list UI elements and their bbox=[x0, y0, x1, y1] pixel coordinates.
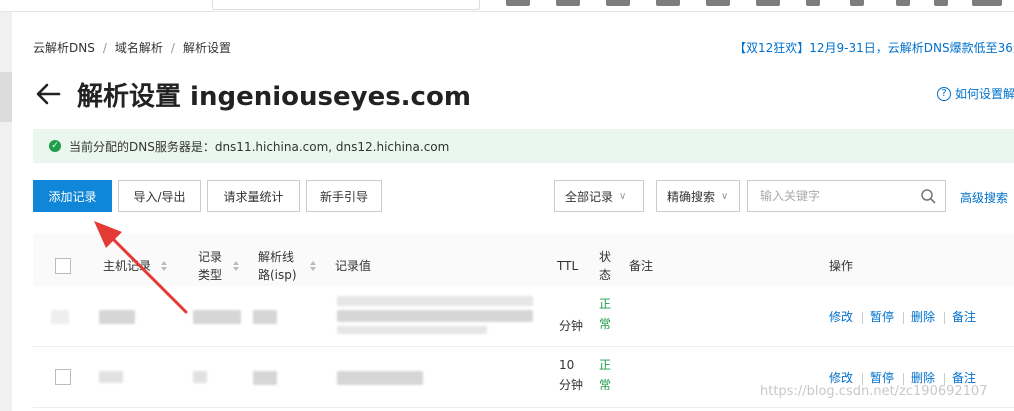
sort-icon[interactable] bbox=[309, 259, 317, 273]
redacted-host bbox=[99, 371, 123, 383]
redacted-line bbox=[253, 310, 277, 324]
chevron-down-icon: ∨ bbox=[619, 190, 627, 202]
back-arrow-icon[interactable] bbox=[33, 79, 63, 109]
ttl-unit: 分钟 bbox=[559, 378, 584, 392]
column-header-status-line1: 状 bbox=[599, 250, 612, 264]
select-all-checkbox[interactable] bbox=[55, 258, 71, 274]
column-header-ttl: TTL bbox=[557, 259, 579, 273]
nav-icon-stub[interactable] bbox=[806, 0, 820, 6]
delete-record-link[interactable]: 删除 bbox=[911, 308, 935, 325]
watermark-text: https://blog.csdn.net/zc190692107 bbox=[760, 384, 988, 399]
search-mode-select[interactable]: 精确搜索 ∨ bbox=[656, 180, 740, 212]
column-header-line-line2[interactable]: 路(isp) bbox=[258, 266, 297, 284]
action-divider bbox=[862, 312, 863, 324]
redacted-value bbox=[337, 371, 423, 385]
redacted-host bbox=[99, 310, 135, 324]
row-checkbox[interactable] bbox=[55, 369, 71, 385]
redacted-type bbox=[193, 310, 241, 324]
nav-item-stub[interactable] bbox=[756, 0, 780, 6]
page-header: 解析设置 ingeniouseyes.com bbox=[33, 74, 471, 114]
advanced-search-link[interactable]: 高级搜索 bbox=[960, 189, 1008, 206]
column-header-actions: 操作 bbox=[829, 259, 854, 273]
redacted-value bbox=[337, 326, 487, 334]
table-row: 分钟 正 常 修改 暂停 删除 备注 bbox=[33, 286, 1014, 347]
column-header-type-line1[interactable]: 记录 bbox=[198, 248, 222, 266]
status-text-line2: 常 bbox=[599, 378, 612, 392]
top-navigation-bar bbox=[0, 0, 1014, 12]
nav-item-stub[interactable] bbox=[972, 0, 1002, 6]
remark-record-link[interactable]: 备注 bbox=[952, 308, 976, 325]
import-export-button[interactable]: 导入/导出 bbox=[118, 180, 201, 212]
record-filter-select[interactable]: 全部记录 ∨ bbox=[554, 180, 644, 212]
column-header-line-line1[interactable]: 解析线 bbox=[258, 248, 294, 266]
row-checkbox-redacted[interactable] bbox=[51, 310, 69, 324]
redacted-line bbox=[253, 371, 277, 385]
redacted-value bbox=[337, 296, 533, 306]
dns-settings-page: 云解析DNS / 域名解析 / 解析设置 【双12狂欢】12月9-31日，云解析DNS爆… bbox=[0, 0, 1014, 411]
page-title: 解析设置 ingeniouseyes.com bbox=[77, 81, 471, 112]
breadcrumb-separator: / bbox=[102, 41, 107, 55]
sort-icon[interactable] bbox=[232, 259, 240, 273]
nav-item-stub[interactable] bbox=[606, 0, 630, 6]
redacted-value bbox=[337, 310, 533, 322]
nav-item-stub[interactable] bbox=[656, 0, 680, 6]
search-mode-value: 精确搜索 bbox=[667, 189, 716, 204]
sidebar-active-item[interactable] bbox=[0, 72, 12, 122]
check-circle-icon: ✓ bbox=[49, 140, 61, 152]
chevron-down-icon: ∨ bbox=[721, 190, 729, 202]
nav-item-stub[interactable] bbox=[506, 0, 530, 6]
search-icon[interactable] bbox=[920, 188, 936, 204]
help-icon[interactable] bbox=[934, 0, 948, 6]
keyword-search-input[interactable] bbox=[747, 180, 946, 212]
left-sidebar bbox=[0, 12, 12, 411]
dns-server-notice: ✓ 当前分配的DNS服务器是：dns11.hichina.com, dns12.… bbox=[33, 129, 1014, 163]
breadcrumb-item[interactable]: 域名解析 bbox=[115, 41, 163, 55]
nav-item-stub[interactable] bbox=[706, 0, 730, 6]
pause-record-link[interactable]: 暂停 bbox=[870, 308, 894, 325]
request-stats-button[interactable]: 请求量统计 bbox=[207, 180, 300, 212]
cart-icon[interactable] bbox=[896, 0, 910, 6]
help-link[interactable]: ? 如何设置解 bbox=[937, 85, 1014, 102]
action-divider bbox=[903, 312, 904, 324]
help-link-label: 如何设置解 bbox=[955, 87, 1014, 101]
record-filter-value: 全部记录 bbox=[565, 189, 614, 204]
question-circle-icon: ? bbox=[937, 86, 951, 101]
main-panel: 云解析DNS / 域名解析 / 解析设置 【双12狂欢】12月9-31日，云解析DNS爆… bbox=[12, 12, 1014, 411]
action-divider bbox=[944, 312, 945, 324]
breadcrumb: 云解析DNS / 域名解析 / 解析设置 bbox=[33, 39, 231, 56]
column-header-value: 记录值 bbox=[335, 259, 372, 273]
status-text-line1: 正 bbox=[599, 358, 612, 372]
add-record-button[interactable]: 添加记录 bbox=[33, 180, 112, 212]
beginner-guide-button[interactable]: 新手引导 bbox=[306, 180, 382, 212]
dns-notice-text: 当前分配的DNS服务器是：dns11.hichina.com, dns12.hi… bbox=[69, 139, 450, 154]
sort-icon[interactable] bbox=[160, 259, 168, 273]
nav-icon-stub[interactable] bbox=[850, 0, 864, 6]
column-header-type-line2[interactable]: 类型 bbox=[198, 266, 222, 284]
ttl-value: 10 bbox=[559, 358, 575, 372]
breadcrumb-item[interactable]: 云解析DNS bbox=[33, 41, 95, 55]
ttl-unit: 分钟 bbox=[559, 319, 584, 333]
nav-item-stub[interactable] bbox=[556, 0, 580, 6]
status-text-line1: 正 bbox=[599, 297, 612, 311]
column-header-status-line2: 态 bbox=[599, 268, 612, 282]
breadcrumb-current: 解析设置 bbox=[182, 41, 231, 55]
breadcrumb-separator: / bbox=[170, 41, 175, 55]
column-header-remark: 备注 bbox=[629, 259, 654, 273]
status-text-line2: 常 bbox=[599, 317, 612, 331]
edit-record-link[interactable]: 修改 bbox=[829, 308, 853, 325]
global-search-box[interactable] bbox=[212, 0, 480, 10]
redacted-type bbox=[193, 371, 207, 383]
promo-banner-link[interactable]: 【双12狂欢】12月9-31日，云解析DNS爆款低至36元 bbox=[734, 39, 1014, 56]
column-header-host[interactable]: 主机记录 bbox=[103, 257, 151, 275]
